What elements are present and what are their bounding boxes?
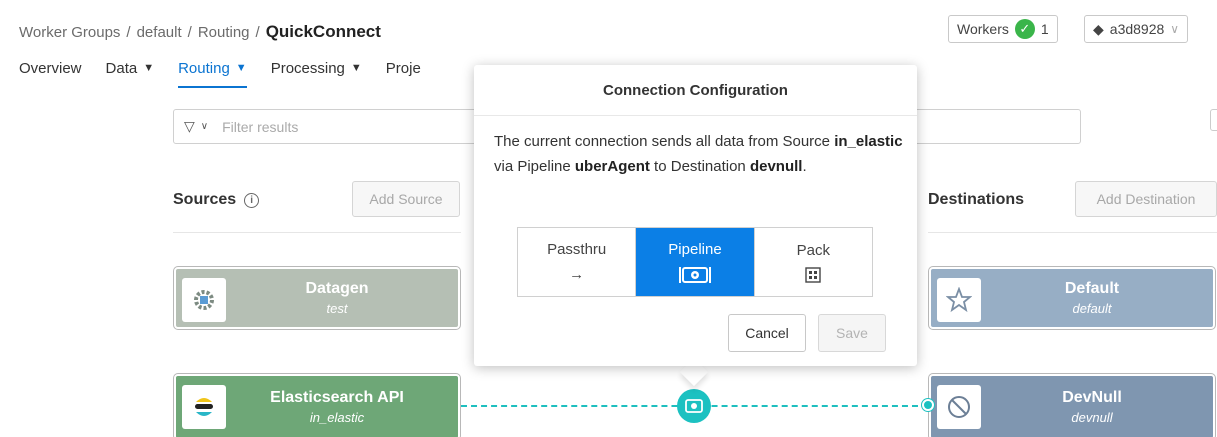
description-text: The current connection sends all data fr… [494,133,835,150]
chevron-down-icon[interactable]: ∨ [201,121,208,132]
option-passthru[interactable]: Passthru → [518,228,637,296]
option-pipeline[interactable]: Pipeline [636,228,755,296]
chevron-down-icon: ∨ [1170,22,1180,36]
caret-down-icon: ▼ [143,62,155,74]
save-button[interactable]: Save [818,314,886,352]
destination-name: devnull [749,158,803,175]
filter-icon[interactable]: ▽ [184,118,195,135]
nav-label: Data [105,59,138,77]
nav-overview[interactable]: Overview [19,57,82,79]
nav-routing[interactable]: Routing ▼ [178,57,247,88]
breadcrumb-routing[interactable]: Routing [198,24,250,41]
destination-card-devnull[interactable]: DevNull devnull [929,374,1215,437]
option-label: Pipeline [668,240,722,258]
elastic-icon [182,385,226,429]
nav-processing[interactable]: Processing ▼ [271,57,362,79]
card-subtitle: devnull [1071,410,1113,425]
nav-data[interactable]: Data ▼ [106,57,155,79]
breadcrumb-default[interactable]: default [137,24,182,41]
page-title: QuickConnect [265,22,381,41]
nav-label: Proje [385,59,421,77]
description-text: to Destination [649,158,750,175]
connection-type-selector: Passthru → Pipeline Pack [517,227,873,297]
breadcrumb-separator: / [126,23,131,41]
destination-card-default[interactable]: Default default [929,267,1215,329]
arrow-right-icon: → [569,266,585,283]
toggle-box[interactable] [1210,109,1217,131]
sources-title: Sources [173,191,237,208]
source-card-elasticsearch[interactable]: Elasticsearch API in_elastic [174,374,460,437]
source-card-datagen[interactable]: Datagen test [174,267,460,329]
divider [928,232,1217,233]
description-text: via Pipeline [494,158,575,175]
workers-count: 1 [1040,21,1049,37]
modal-title: Connection Configuration [603,82,788,99]
pack-icon [805,266,822,283]
pipeline-name: uberAgent [574,158,650,175]
description-text: . [802,158,807,175]
nav-label: Overview [19,59,82,77]
nav-label: Routing [178,59,230,77]
check-icon: ✓ [1014,19,1035,39]
info-icon[interactable]: i [244,192,260,208]
filter-input[interactable]: Filter results [222,119,298,135]
no-entry-icon [937,385,981,429]
pipeline-icon [678,266,711,283]
divider [173,232,461,233]
nav-label: Processing [270,59,345,77]
commit-selector[interactable]: ◆ a3d8928 ∨ [1084,15,1189,43]
connection-config-dialog: Connection Configuration The current con… [474,65,917,366]
pipeline-connection-node[interactable] [677,389,711,423]
git-commit-icon: ◆ [1093,20,1104,37]
card-title: Elasticsearch API [270,389,404,406]
sources-header: Sources i [173,191,260,209]
add-destination-button[interactable]: Add Destination [1075,181,1217,217]
modal-description: The current connection sends all data fr… [494,129,904,179]
card-title: Default [1064,280,1120,297]
cancel-button[interactable]: Cancel [728,314,806,352]
commit-hash: a3d8928 [1109,21,1165,37]
workers-label: Workers [957,21,1009,37]
breadcrumb-separator: / [187,23,192,41]
option-label: Pack [796,241,830,259]
divider [474,115,917,116]
pipeline-icon [685,399,703,413]
workers-button[interactable]: Workers ✓ 1 [948,15,1058,43]
breadcrumb-separator: / [255,23,260,41]
connection-endpoint[interactable] [922,399,934,411]
card-subtitle: test [326,301,348,316]
add-source-button[interactable]: Add Source [352,181,460,217]
card-subtitle: in_elastic [309,410,365,425]
breadcrumb-worker-groups[interactable]: Worker Groups [19,24,120,41]
card-subtitle: default [1072,301,1112,316]
card-title: DevNull [1062,389,1122,406]
card-title: Datagen [305,280,369,297]
nav-projects[interactable]: Proje [386,57,421,79]
gear-icon [182,278,226,322]
caret-down-icon: ▼ [350,62,362,74]
destinations-title: Destinations [928,191,1025,208]
star-icon [937,278,981,322]
option-label: Passthru [547,241,607,258]
main-nav: Overview Data ▼ Routing ▼ Processing ▼ P… [19,57,445,88]
destinations-header: Destinations [928,191,1024,209]
breadcrumb: Worker Groups / default / Routing / Quic… [19,22,381,42]
option-pack[interactable]: Pack [755,228,872,296]
source-name: in_elastic [834,133,903,150]
caret-down-icon: ▼ [235,62,247,74]
